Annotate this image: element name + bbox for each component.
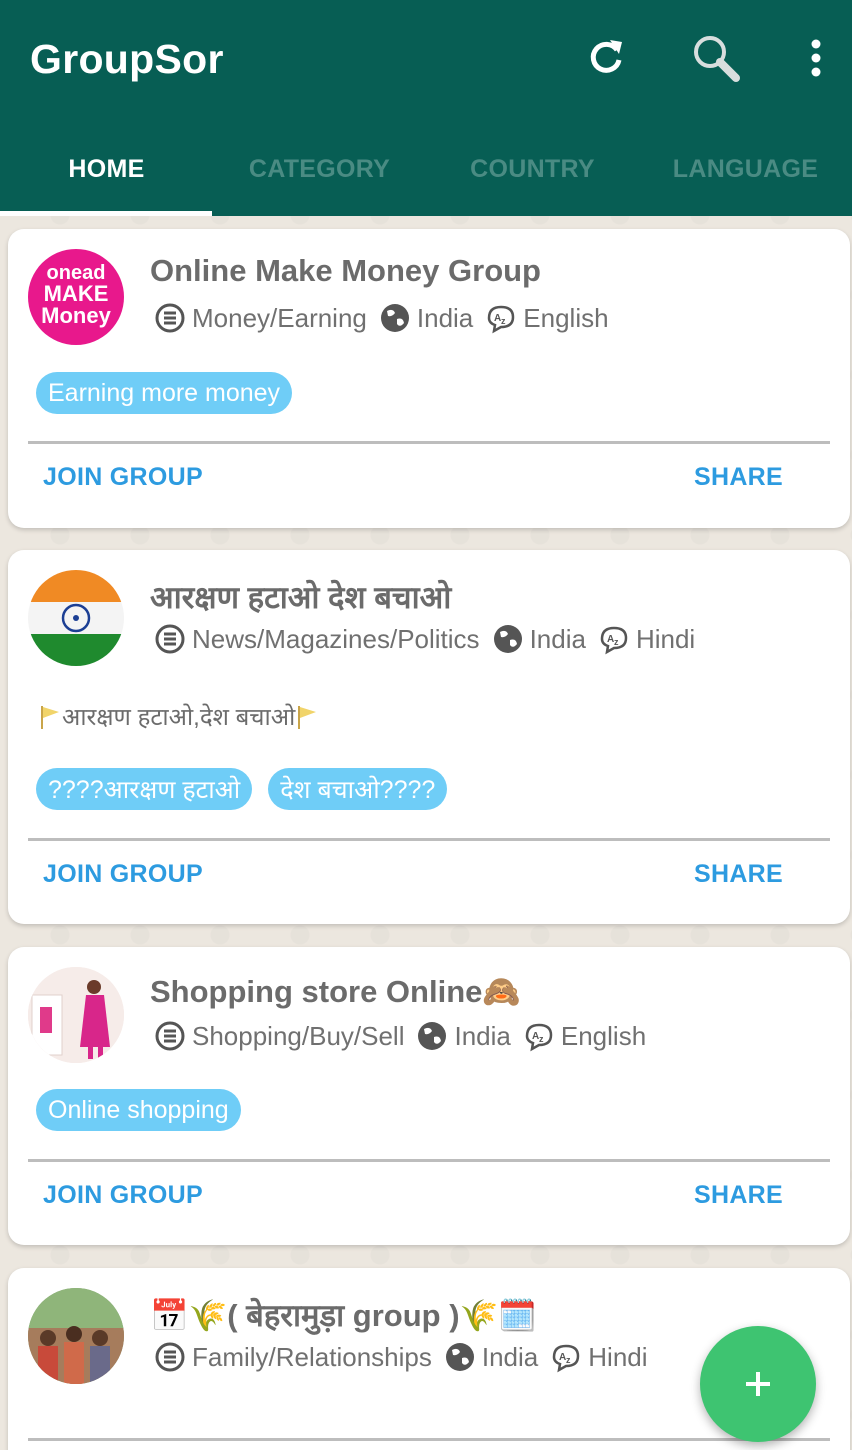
add-group-fab[interactable]: [700, 1326, 816, 1442]
app-bar: GroupSor HOME CATEGORY COUNTRY LANGUAGE: [0, 0, 852, 216]
svg-text:z: z: [539, 1034, 544, 1044]
tab-home[interactable]: HOME: [0, 122, 213, 216]
category-icon: [155, 624, 185, 654]
tab-country[interactable]: COUNTRY: [426, 122, 639, 216]
group-meta: Family/Relationships India Az Hindi: [154, 1340, 660, 1374]
tab-language[interactable]: LANGUAGE: [639, 122, 852, 216]
language-icon: Az: [488, 305, 515, 334]
join-group-button[interactable]: JOIN GROUP: [43, 860, 203, 889]
globe-icon: [418, 1022, 447, 1050]
language-icon: Az: [525, 1023, 553, 1052]
tag-chip[interactable]: देश बचाओ????: [268, 768, 448, 810]
group-description: आरक्षण हटाओ,देश बचाओ: [38, 700, 319, 733]
group-language: English: [560, 1020, 647, 1051]
group-title[interactable]: 📅🌾( बेहरामुड़ा group )🌾🗓️: [150, 1294, 537, 1336]
group-avatar[interactable]: [28, 570, 124, 666]
globe-icon: [380, 304, 409, 332]
app-title: GroupSor: [30, 36, 224, 82]
group-category: News/Magazines/Politics: [192, 623, 480, 654]
divider: [28, 838, 830, 841]
share-button[interactable]: SHARE: [694, 463, 783, 492]
group-country: India: [416, 302, 474, 333]
group-title[interactable]: Shopping store Online🙈: [150, 973, 521, 1010]
group-category: Shopping/Buy/Sell: [192, 1020, 405, 1051]
group-language: Hindi: [588, 1341, 648, 1372]
search-icon[interactable]: [686, 28, 746, 88]
svg-text:z: z: [566, 1355, 571, 1365]
join-group-button[interactable]: JOIN GROUP: [43, 463, 203, 492]
tag-chip[interactable]: ????आरक्षण हटाओ: [36, 768, 253, 810]
group-description-text: आरक्षण हटाओ,देश बचाओ: [62, 704, 296, 731]
plus-icon: [746, 1372, 770, 1396]
language-icon: Az: [553, 1344, 580, 1373]
group-list[interactable]: onead MAKE Money Online Make Money Group…: [0, 216, 852, 1450]
group-card: Shopping store Online🙈 Shopping/Buy/Sell…: [8, 947, 850, 1245]
group-country: India: [454, 1020, 511, 1051]
avatar-text-line-3: Money: [41, 303, 111, 328]
group-avatar[interactable]: [28, 1288, 124, 1384]
tab-bar: HOME CATEGORY COUNTRY LANGUAGE: [0, 122, 852, 216]
group-title[interactable]: Online Make Money Group: [150, 253, 541, 289]
group-country: India: [529, 623, 586, 654]
flag-icon: [298, 705, 317, 729]
join-group-button[interactable]: JOIN GROUP: [43, 1181, 203, 1210]
refresh-icon[interactable]: [576, 28, 636, 88]
tab-category[interactable]: CATEGORY: [213, 122, 426, 216]
category-icon: [155, 1021, 185, 1051]
tag-chip[interactable]: Earning more money: [36, 372, 293, 414]
globe-icon: [493, 625, 522, 653]
group-language: Hindi: [635, 623, 696, 654]
category-icon: [155, 303, 185, 333]
svg-text:z: z: [501, 316, 506, 326]
group-category: Money/Earning: [192, 302, 367, 333]
tag-list: ????आरक्षण हटाओ देश बचाओ????: [36, 768, 448, 810]
globe-icon: [445, 1343, 474, 1371]
group-meta: News/Magazines/Politics India Az Hindi: [154, 622, 707, 656]
divider: [28, 441, 830, 444]
category-icon: [155, 1342, 185, 1372]
language-icon: Az: [600, 626, 628, 655]
group-language: English: [523, 302, 609, 333]
group-meta: Money/Earning India Az English: [154, 301, 621, 335]
group-meta: Shopping/Buy/Sell India Az English: [154, 1019, 658, 1053]
divider: [28, 1438, 830, 1441]
group-title[interactable]: आरक्षण हटाओ देश बचाओ: [150, 576, 451, 618]
group-card: onead MAKE Money Online Make Money Group…: [8, 229, 850, 528]
more-vert-icon[interactable]: [786, 28, 846, 88]
tag-list: Earning more money: [36, 372, 293, 414]
share-button[interactable]: SHARE: [694, 860, 783, 889]
divider: [28, 1159, 830, 1162]
share-button[interactable]: SHARE: [694, 1181, 783, 1210]
group-category: Family/Relationships: [192, 1341, 432, 1372]
group-avatar[interactable]: onead MAKE Money: [28, 249, 124, 345]
group-country: India: [481, 1341, 539, 1372]
group-card: आरक्षण हटाओ देश बचाओ News/Magazines/Poli…: [8, 550, 850, 924]
group-avatar[interactable]: [28, 967, 124, 1063]
flag-icon: [41, 705, 59, 729]
svg-text:z: z: [614, 637, 619, 647]
tag-list: Online shopping: [36, 1089, 241, 1131]
tag-chip[interactable]: Online shopping: [36, 1089, 241, 1131]
